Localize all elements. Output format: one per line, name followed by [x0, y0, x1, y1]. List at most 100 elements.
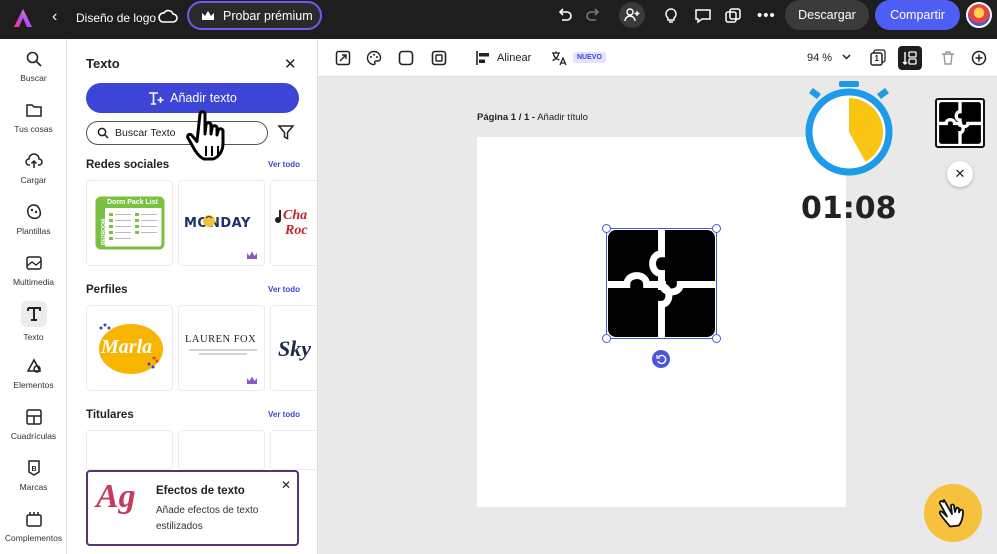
thumb-text: MONDAY: [184, 216, 251, 231]
zoom-level[interactable]: 94 %: [807, 52, 832, 64]
nav-label: Elementos: [13, 380, 54, 390]
document-title[interactable]: Diseño de logo: [76, 11, 156, 25]
page-title-input[interactable]: Añadir título: [537, 112, 588, 123]
try-premium-button[interactable]: Probar prémium: [187, 1, 322, 30]
effects-description: Añade efectos de texto estilizados: [156, 505, 259, 532]
search-icon: [97, 127, 109, 139]
arrange-button[interactable]: [898, 46, 922, 70]
thumb-text: BEDROOM: [101, 218, 108, 246]
nav-item-addons[interactable]: Complementos: [0, 510, 67, 543]
template-thumb-cha[interactable]: Cha Roc: [270, 180, 317, 266]
resize-handle-bottom-left[interactable]: [602, 334, 611, 343]
thumb-text: LAUREN FOX: [185, 334, 257, 345]
see-all-profiles-link[interactable]: Ver todo: [268, 285, 300, 294]
close-icon[interactable]: ✕: [947, 161, 973, 187]
page-number: Página 1 / 1 -: [477, 112, 536, 123]
template-thumb-headline-2[interactable]: [178, 430, 265, 470]
nav-label: Texto: [23, 332, 44, 342]
nav-item-search[interactable]: Buscar: [0, 50, 67, 83]
nav-label: Cuadrículas: [10, 431, 57, 441]
nav-label: Complementos: [4, 533, 63, 543]
resize-handle-bottom-right[interactable]: [712, 334, 721, 343]
nav-item-your-stuff[interactable]: Tus cosas: [0, 101, 67, 134]
more-icon[interactable]: •••: [757, 7, 776, 24]
premium-crown-icon: [247, 376, 257, 384]
trash-icon[interactable]: [940, 50, 956, 66]
avatar[interactable]: [966, 2, 992, 28]
redo-icon[interactable]: [584, 7, 602, 25]
template-thumb-marla[interactable]: Marla: [86, 305, 173, 391]
shape-icon[interactable]: [398, 50, 414, 66]
resize-icon[interactable]: [335, 50, 351, 66]
filter-icon[interactable]: [277, 123, 295, 141]
nav-label: Cargar: [20, 175, 47, 185]
bulb-icon[interactable]: [662, 7, 680, 25]
back-icon[interactable]: ‹: [52, 8, 57, 26]
page-label: Página 1 / 1 - Añadir título: [477, 112, 588, 123]
undo-icon[interactable]: [556, 7, 574, 25]
close-icon[interactable]: ✕: [284, 55, 297, 73]
nav-item-upload[interactable]: Cargar: [0, 152, 67, 185]
nav-item-text[interactable]: Texto: [0, 301, 67, 342]
thumb-text: Cha: [283, 208, 308, 223]
text-icon: [26, 307, 41, 321]
add-text-icon: [149, 92, 164, 105]
active-indicator: [20, 301, 47, 327]
thumb-text: Sky: [278, 336, 311, 361]
present-icon[interactable]: [724, 7, 742, 25]
svg-text:B: B: [31, 466, 36, 473]
translate-icon[interactable]: [551, 50, 567, 66]
template-thumb-dorm[interactable]: Dorm Pack List BEDROOM: [86, 180, 173, 266]
cloud-icon[interactable]: [158, 8, 178, 26]
resize-handle-top-left[interactable]: [602, 224, 611, 233]
comment-icon[interactable]: [694, 7, 712, 25]
rotate-icon: [655, 354, 666, 364]
brand-icon: B: [27, 460, 40, 476]
layers-button[interactable]: 1: [870, 49, 886, 66]
hand-cursor-icon: [186, 110, 225, 161]
upload-icon: [24, 153, 43, 168]
thumb-text: Dorm Pack List: [107, 199, 158, 206]
see-all-headlines-link[interactable]: Ver todo: [268, 410, 300, 419]
add-page-icon[interactable]: [971, 50, 987, 66]
dorm-pack-art: [95, 196, 165, 250]
template-thumb-headline-3[interactable]: [270, 430, 317, 470]
template-thumb-lauren[interactable]: LAUREN FOX: [178, 305, 265, 391]
border-icon[interactable]: [431, 50, 447, 66]
new-badge: NUEVO: [573, 52, 606, 63]
adobe-express-logo[interactable]: [12, 7, 34, 29]
invite-button[interactable]: [619, 2, 645, 28]
puzzle-thumbnail[interactable]: [935, 98, 985, 148]
addons-icon: [25, 512, 42, 527]
rotate-handle[interactable]: [652, 350, 670, 368]
section-title-profiles: Perfiles: [86, 284, 128, 296]
template-thumb-headline-1[interactable]: [86, 430, 173, 470]
template-thumb-monday[interactable]: MONDAY: [178, 180, 265, 266]
download-button[interactable]: Descargar: [785, 0, 869, 30]
resize-handle-top-right[interactable]: [712, 224, 721, 233]
nav-label: Multimedia: [12, 277, 55, 287]
nav-label: Plantillas: [16, 226, 51, 236]
nav-item-media[interactable]: Multimedia: [0, 254, 67, 287]
hand-pointer-icon[interactable]: [924, 484, 982, 542]
see-all-social-link[interactable]: Ver todo: [268, 160, 300, 169]
palette-icon[interactable]: [366, 50, 382, 66]
effects-glyph: Ag: [96, 478, 136, 515]
text-effects-card[interactable]: Ag Efectos de texto Añade efectos de tex…: [86, 470, 299, 546]
close-icon[interactable]: ✕: [281, 478, 291, 492]
music-note-icon: [275, 210, 282, 224]
elements-icon: [26, 358, 41, 373]
align-icon[interactable]: [475, 50, 491, 66]
chevron-down-icon[interactable]: [842, 54, 851, 60]
align-label[interactable]: Alinear: [497, 52, 531, 64]
nav-label: Marcas: [19, 482, 48, 492]
nav-item-grids[interactable]: Cuadrículas: [0, 408, 67, 441]
nav-item-templates[interactable]: Plantillas: [0, 203, 67, 236]
add-text-label: Añadir texto: [170, 91, 237, 105]
nav-item-elements[interactable]: Elementos: [0, 357, 67, 390]
template-thumb-sky[interactable]: Sky: [270, 305, 317, 391]
nav-item-brands[interactable]: B Marcas: [0, 459, 67, 492]
share-button[interactable]: Compartir: [875, 0, 960, 30]
selected-puzzle-graphic[interactable]: [602, 224, 721, 343]
nav-label: Tus cosas: [14, 124, 53, 134]
